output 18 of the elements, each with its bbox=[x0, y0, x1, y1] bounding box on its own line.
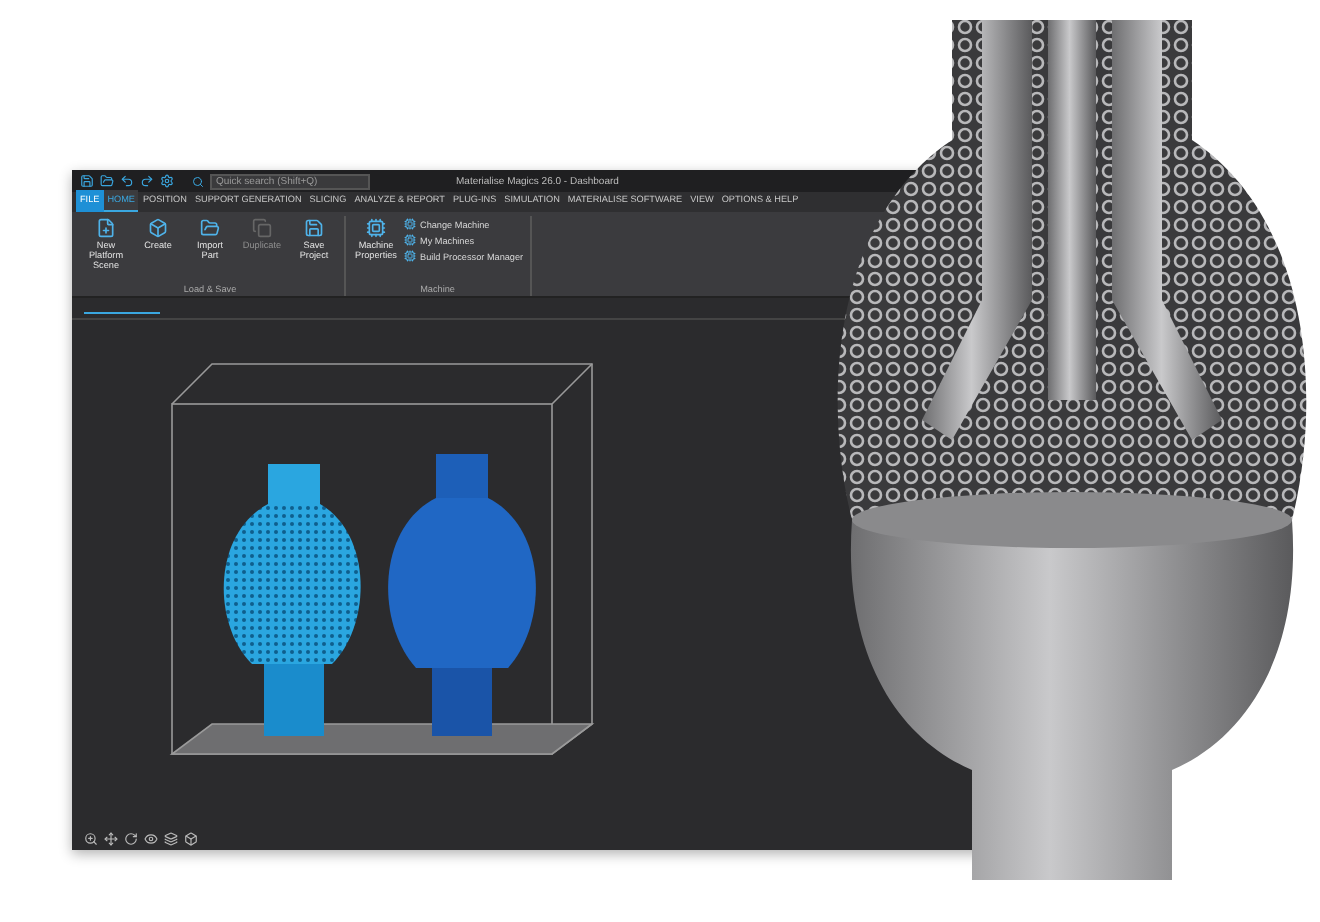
view-tool-icon[interactable] bbox=[164, 831, 178, 845]
tool-icon bbox=[200, 218, 220, 238]
tool-icon bbox=[366, 218, 386, 238]
search-icon bbox=[192, 175, 204, 187]
tool-icon bbox=[148, 218, 168, 238]
toolbar-icon[interactable] bbox=[140, 174, 154, 188]
view-tool-icon[interactable] bbox=[184, 831, 198, 845]
tool-icon bbox=[96, 218, 116, 238]
toolbar-icon[interactable] bbox=[100, 174, 114, 188]
toolbar-icon[interactable] bbox=[80, 174, 94, 188]
view-tool-icon[interactable] bbox=[84, 831, 98, 845]
view-tool-icon[interactable] bbox=[104, 831, 118, 845]
view-tool-icon[interactable] bbox=[144, 831, 158, 845]
view-tool-icon[interactable] bbox=[124, 831, 138, 845]
tool-icon bbox=[304, 218, 324, 238]
tool-icon bbox=[252, 218, 272, 238]
toolbar-icon[interactable] bbox=[160, 174, 174, 188]
toolbar-icon[interactable] bbox=[120, 174, 134, 188]
